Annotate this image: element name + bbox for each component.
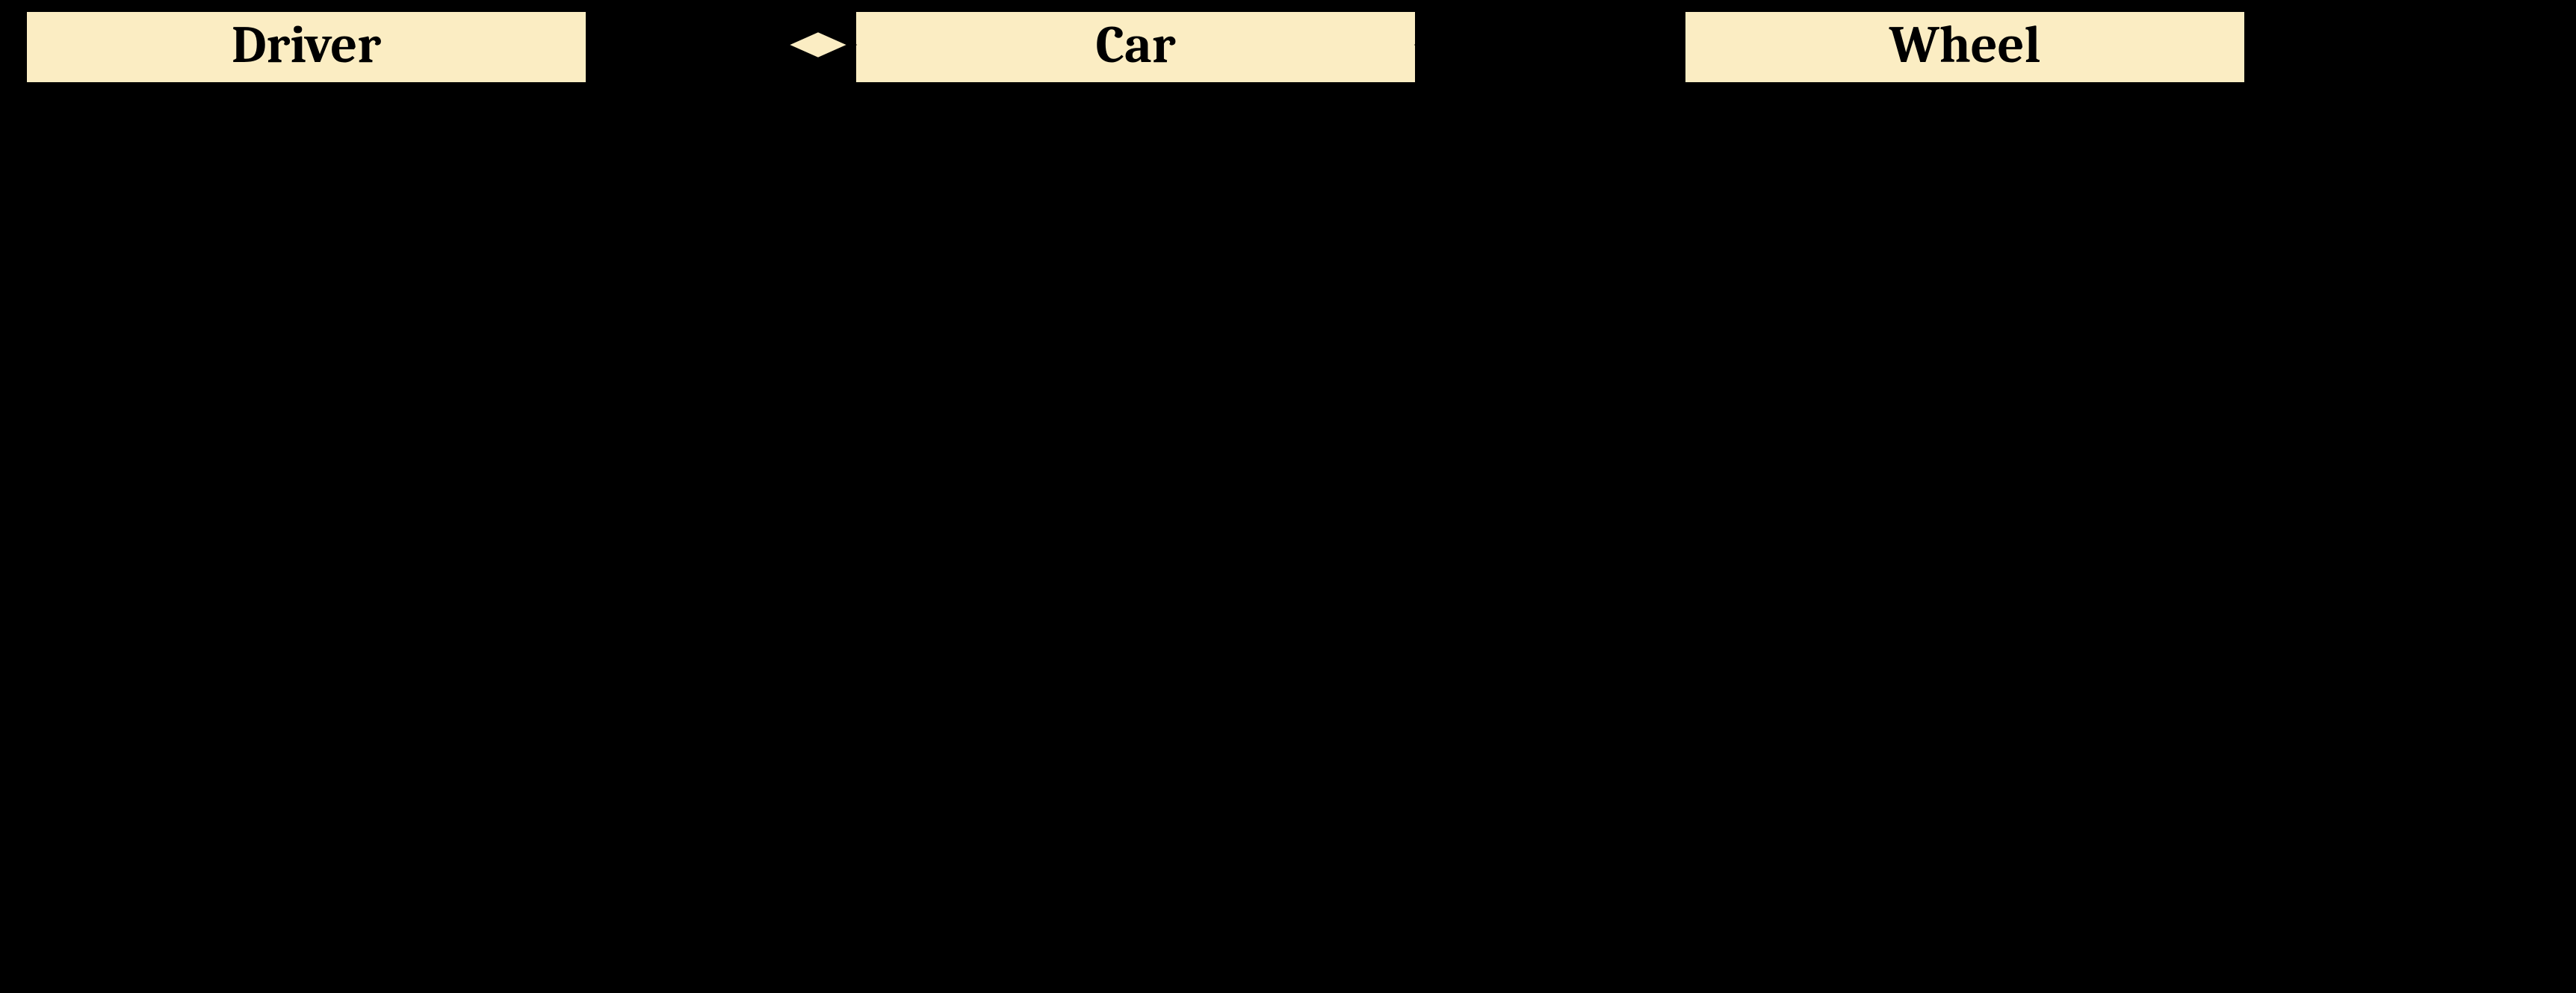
class-box-wheel: Wheel [1681,7,2249,426]
multiplicity-wheel-side: 4 [1650,54,1671,102]
multiplicity-car-right-side: 1 [1428,54,1449,102]
multiplicity-car-left-side: 1 [822,54,843,102]
class-body-driver [27,87,586,426]
class-header-car: Car [856,12,1415,87]
multiplicity-driver-side: 1 [598,54,619,102]
class-body-wheel [1685,87,2244,426]
class-box-car: Car [852,7,1419,426]
connector-car-wheel [1419,22,1681,67]
connector-driver-car [590,22,852,67]
uml-diagram-stage: Driver Car Wheel 1 1 1 4 [0,0,2576,993]
class-box-driver: Driver [22,7,590,426]
class-header-driver: Driver [27,12,586,87]
class-header-wheel: Wheel [1685,12,2244,87]
class-body-car [856,87,1415,426]
